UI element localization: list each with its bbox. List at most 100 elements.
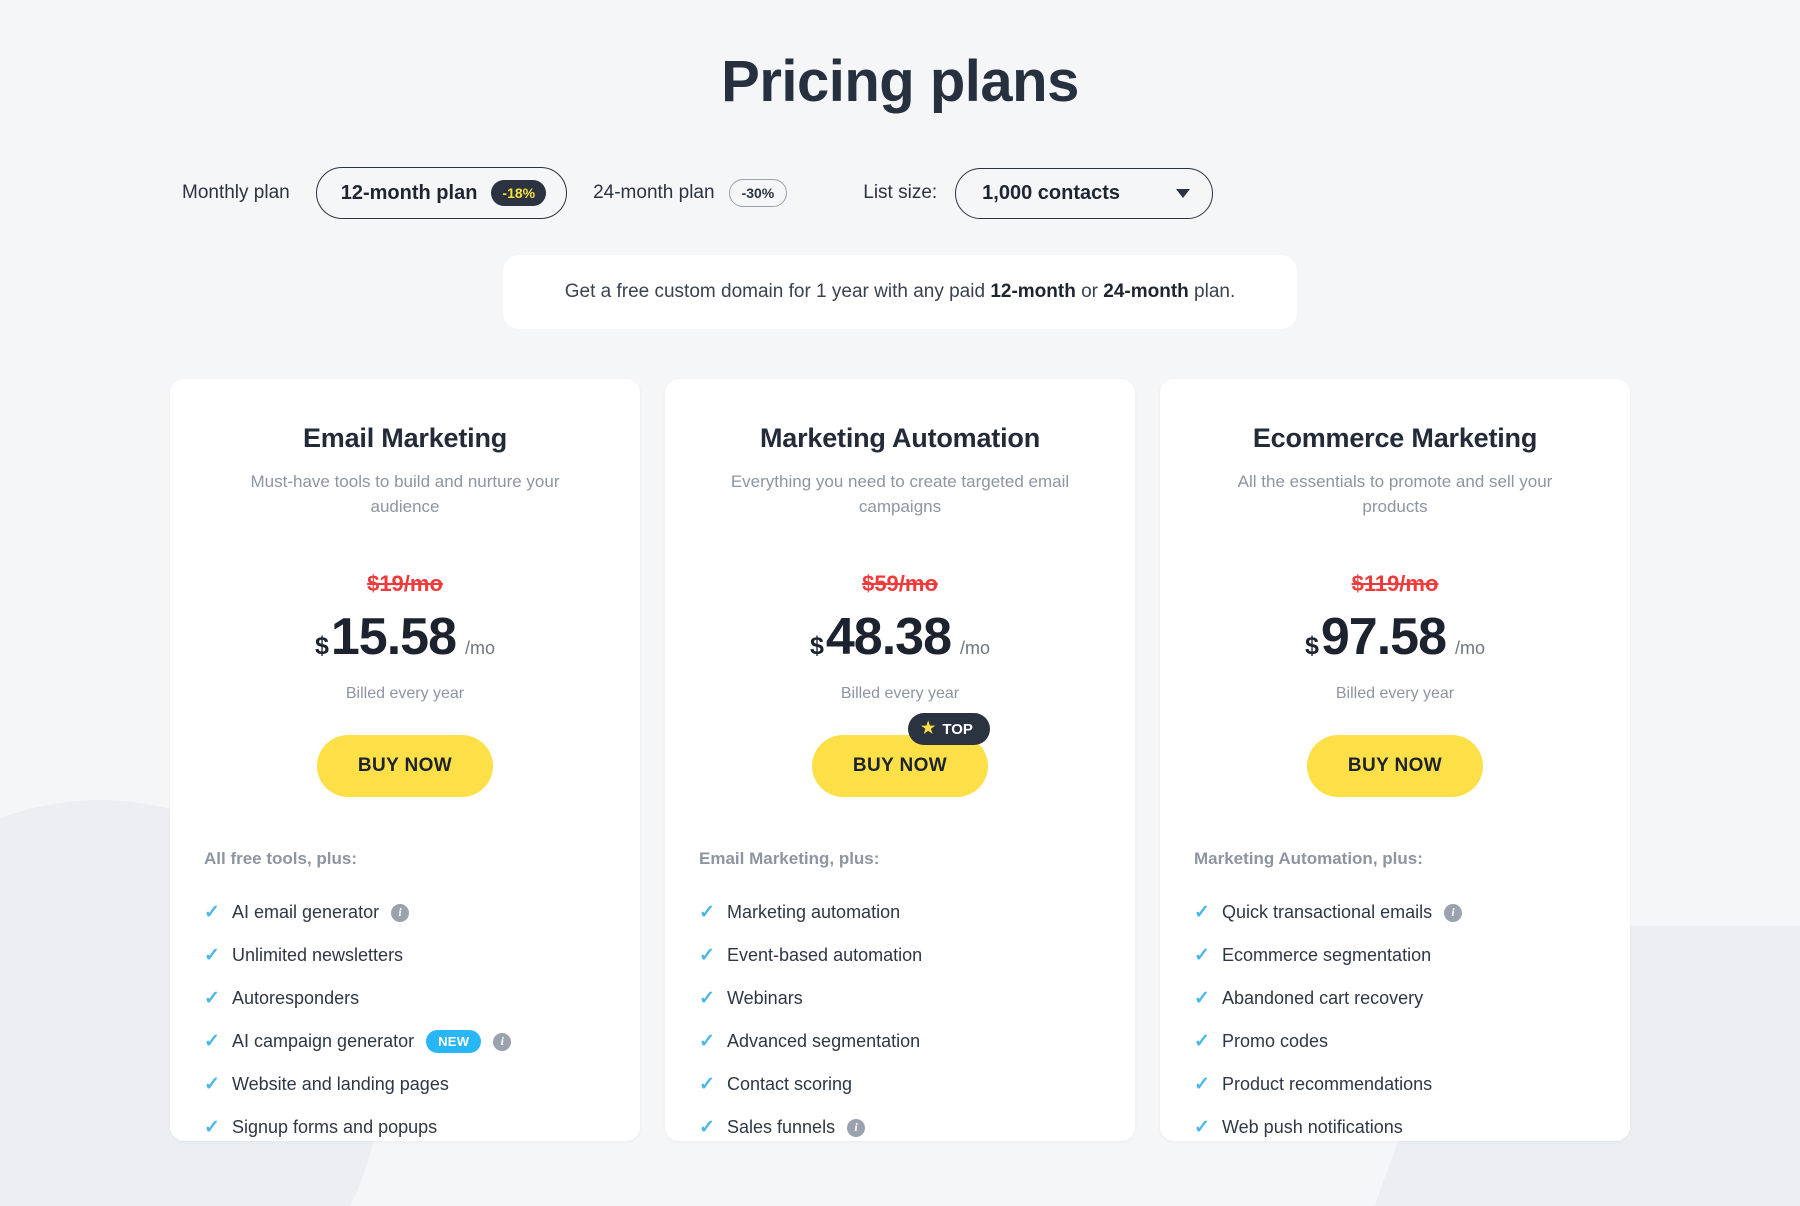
feature-label: Webinars — [727, 988, 803, 1009]
check-icon: ✓ — [204, 945, 220, 967]
discount-badge-24-month: -30% — [728, 179, 788, 207]
info-icon[interactable]: i — [847, 1118, 866, 1137]
feature-label: Unlimited newsletters — [232, 945, 404, 966]
list-size-label: List size: — [863, 182, 938, 203]
original-price: $119/mo — [1351, 571, 1439, 597]
check-icon: ✓ — [699, 1117, 715, 1139]
feature-list: ✓ Quick transactional emails i ✓ Ecommerce s… — [1194, 891, 1596, 1149]
feature-label: Web push notifications — [1222, 1117, 1403, 1138]
feature-item: ✓ Website and landing pages — [204, 1063, 606, 1106]
billing-option-24-month[interactable]: 24-month plan -30% — [593, 179, 788, 207]
price-period: /mo — [465, 638, 496, 659]
check-icon: ✓ — [699, 988, 715, 1010]
feature-item: ✓ Sales funnels i — [699, 1106, 1101, 1149]
billing-frequency: Billed every year — [345, 685, 465, 703]
feature-label: Product recommendations — [1222, 1074, 1433, 1095]
cta-wrapper: BUY NOW — [204, 735, 606, 798]
feature-item: ✓ Autoresponders — [204, 977, 606, 1020]
check-icon: ✓ — [699, 1074, 715, 1096]
billing-option-12-month-selected[interactable]: 12-month plan -18% — [315, 167, 568, 219]
billing-option-monthly[interactable]: Monthly plan — [182, 182, 290, 204]
notice-bold-12-month: 12-month — [990, 281, 1076, 302]
check-icon: ✓ — [699, 1031, 715, 1053]
currency-symbol: $ — [1304, 632, 1319, 661]
new-badge: NEW — [426, 1030, 482, 1054]
pricing-card: Ecommerce Marketing All the essentials to… — [1160, 379, 1630, 1141]
check-icon: ✓ — [1194, 945, 1210, 967]
feature-item: ✓ Promo codes — [1194, 1020, 1596, 1063]
currency-symbol: $ — [809, 632, 824, 661]
check-icon: ✓ — [699, 945, 715, 967]
billing-option-24-month-label: 24-month plan — [593, 182, 715, 203]
check-icon: ✓ — [1194, 1117, 1210, 1139]
feature-label: Sales funnels — [727, 1117, 836, 1138]
feature-item: ✓ AI email generator i — [204, 891, 606, 934]
feature-item: ✓ Event-based automation — [699, 934, 1101, 977]
current-price: $48.38/mo — [699, 607, 1101, 667]
price-amount: 15.58 — [330, 608, 457, 667]
check-icon: ✓ — [204, 902, 220, 924]
feature-label: Quick transactional emails — [1222, 902, 1433, 923]
feature-list: ✓ Marketing automation ✓ Event-based automa… — [699, 891, 1101, 1149]
check-icon: ✓ — [1194, 1074, 1210, 1096]
features-heading: Email Marketing, plus: — [699, 849, 880, 869]
feature-item: ✓ Web push notifications — [1194, 1106, 1596, 1149]
list-size-select[interactable]: 1,000 contacts — [955, 167, 1214, 219]
card-subtitle: Everything you need to create targeted e… — [730, 472, 1070, 516]
feature-label: Event-based automation — [727, 945, 923, 966]
info-icon[interactable]: i — [391, 903, 410, 922]
info-icon[interactable]: i — [1444, 903, 1463, 922]
chevron-down-icon — [1176, 188, 1191, 198]
buy-now-button[interactable]: BUY NOW — [1307, 735, 1483, 798]
feature-list: ✓ AI email generator i ✓ Unlimited newslette… — [204, 891, 606, 1149]
price-amount: 48.38 — [825, 608, 952, 667]
card-subtitle: Must-have tools to build and nurture you… — [250, 472, 560, 516]
check-icon: ✓ — [204, 1117, 220, 1139]
price-period: /mo — [1455, 638, 1486, 659]
page-title: Pricing plans — [721, 49, 1079, 114]
card-title: Email Marketing — [302, 423, 508, 453]
billing-frequency: Billed every year — [840, 685, 960, 703]
feature-label: Contact scoring — [727, 1074, 853, 1095]
cta-wrapper: BUY NOW ★ TOP — [699, 713, 1101, 798]
pricing-card: Marketing Automation Everything you need … — [665, 379, 1135, 1141]
feature-label: Autoresponders — [232, 988, 360, 1009]
feature-item: ✓ Webinars — [699, 977, 1101, 1020]
info-icon[interactable]: i — [493, 1032, 512, 1051]
feature-item: ✓ Contact scoring — [699, 1063, 1101, 1106]
check-icon: ✓ — [1194, 902, 1210, 924]
buy-now-button[interactable]: BUY NOW — [317, 735, 493, 798]
card-title: Marketing Automation — [759, 423, 1040, 453]
feature-item: ✓ Marketing automation — [699, 891, 1101, 934]
original-price: $59/mo — [862, 571, 938, 597]
feature-label: Abandoned cart recovery — [1222, 988, 1424, 1009]
feature-item: ✓ Signup forms and popups — [204, 1106, 606, 1149]
current-price: $15.58/mo — [204, 607, 606, 667]
check-icon: ✓ — [204, 988, 220, 1010]
check-icon: ✓ — [1194, 988, 1210, 1010]
feature-item: ✓ AI campaign generator NEW i — [204, 1020, 606, 1063]
feature-label: AI email generator — [232, 902, 380, 923]
free-domain-notice: Get a free custom domain for 1 year with… — [503, 255, 1297, 329]
pricing-page: Pricing plans Monthly plan 12-month plan… — [0, 0, 1800, 1206]
features-heading: All free tools, plus: — [204, 849, 358, 869]
star-icon: ★ — [921, 720, 936, 738]
feature-label: Ecommerce segmentation — [1222, 945, 1432, 966]
notice-text-part3: plan. — [1188, 281, 1236, 302]
cta-wrapper: BUY NOW — [1194, 735, 1596, 798]
features-heading: Marketing Automation, plus: — [1194, 849, 1423, 869]
feature-item: ✓ Product recommendations — [1194, 1063, 1596, 1106]
notice-text-part2: or — [1075, 281, 1104, 302]
card-subtitle: All the essentials to promote and sell y… — [1237, 472, 1553, 516]
billing-option-12-month-label: 12-month plan — [340, 181, 478, 204]
feature-label: Website and landing pages — [232, 1074, 449, 1095]
feature-label: Signup forms and popups — [232, 1117, 438, 1138]
check-icon: ✓ — [204, 1031, 220, 1053]
feature-item: ✓ Advanced segmentation — [699, 1020, 1101, 1063]
feature-item: ✓ Quick transactional emails i — [1194, 891, 1596, 934]
notice-bold-24-month: 24-month — [1103, 281, 1189, 302]
pricing-card: Email Marketing Must-have tools to build … — [170, 379, 640, 1141]
list-size-selected-value: 1,000 contacts — [982, 181, 1121, 204]
feature-label: Advanced segmentation — [727, 1031, 921, 1052]
feature-item: ✓ Unlimited newsletters — [204, 934, 606, 977]
